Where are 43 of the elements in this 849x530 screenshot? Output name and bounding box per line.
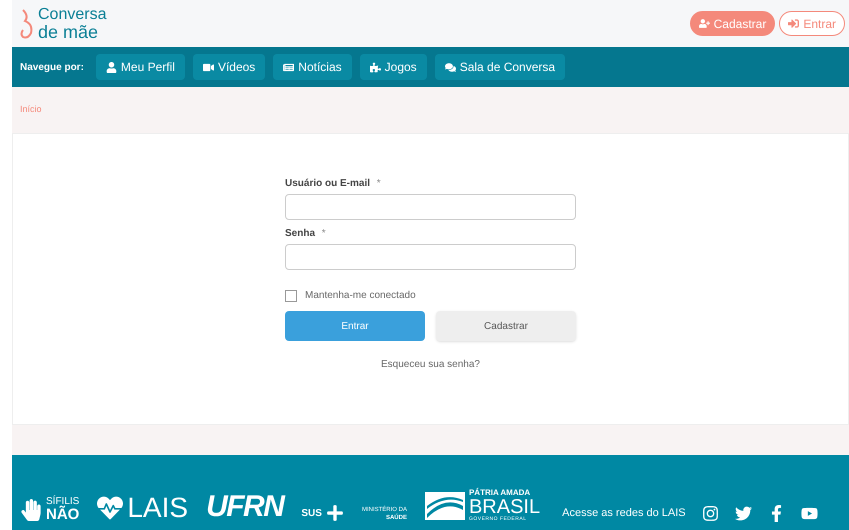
input-field[interactable] xyxy=(285,244,576,270)
logo-text: NÃO xyxy=(46,507,80,522)
youtube-icon[interactable] xyxy=(800,505,818,522)
heartbeat-icon xyxy=(97,495,124,521)
sign-in-icon xyxy=(788,18,800,29)
nav-link[interactable]: Notícias xyxy=(273,54,352,80)
register-button[interactable]: Cadastrar xyxy=(436,311,576,341)
logo-text: BRASIL xyxy=(468,497,540,517)
logo-text: de mãe xyxy=(38,22,100,40)
logo-text: UFRN xyxy=(206,492,284,522)
field-label: Senha * xyxy=(285,227,327,241)
twitter-icon[interactable] xyxy=(734,505,752,522)
checkbox-label: Mantenha-me conectado xyxy=(305,289,416,303)
instagram-icon[interactable] xyxy=(702,505,719,522)
video-camera-icon xyxy=(202,62,214,72)
forgot-password-link[interactable]: Esqueceu sua senha? xyxy=(381,357,480,372)
checkbox[interactable] xyxy=(285,290,297,302)
social-label: Acesse as redes do LAIS xyxy=(562,506,686,522)
breadcrumb-link[interactable]: Início xyxy=(20,103,42,117)
nav-link[interactable]: Vídeos xyxy=(192,54,266,80)
logo-text: LAIS xyxy=(127,494,188,522)
newspaper-icon xyxy=(283,62,294,72)
user-icon xyxy=(106,62,117,72)
input-field[interactable] xyxy=(285,194,576,220)
logo-text: SÍFILIS xyxy=(46,497,80,507)
nav-link[interactable]: Jogos xyxy=(360,54,427,80)
plus-icon xyxy=(326,504,344,522)
flag-icon xyxy=(424,492,465,520)
hand-icon xyxy=(20,498,42,520)
user-plus-icon xyxy=(698,18,710,29)
nav-label: Navegue por: xyxy=(20,60,84,74)
logo-icon xyxy=(20,8,34,40)
login-button[interactable]: Entrar xyxy=(779,11,845,36)
register-button[interactable]: Cadastrar xyxy=(690,11,776,36)
nav-link[interactable]: Meu Perfil xyxy=(96,54,185,80)
logo-text: SUS xyxy=(301,506,322,520)
login-button[interactable]: Entrar xyxy=(285,311,425,341)
chat-icon xyxy=(444,62,456,72)
nav-link[interactable]: Sala de Conversa xyxy=(434,54,566,80)
logo-text: Conversa xyxy=(38,6,106,22)
logo-text: PÁTRIA AMADA xyxy=(468,489,532,497)
puzzle-icon xyxy=(370,62,381,72)
field-label: Usuário ou E-mail * xyxy=(285,177,382,191)
